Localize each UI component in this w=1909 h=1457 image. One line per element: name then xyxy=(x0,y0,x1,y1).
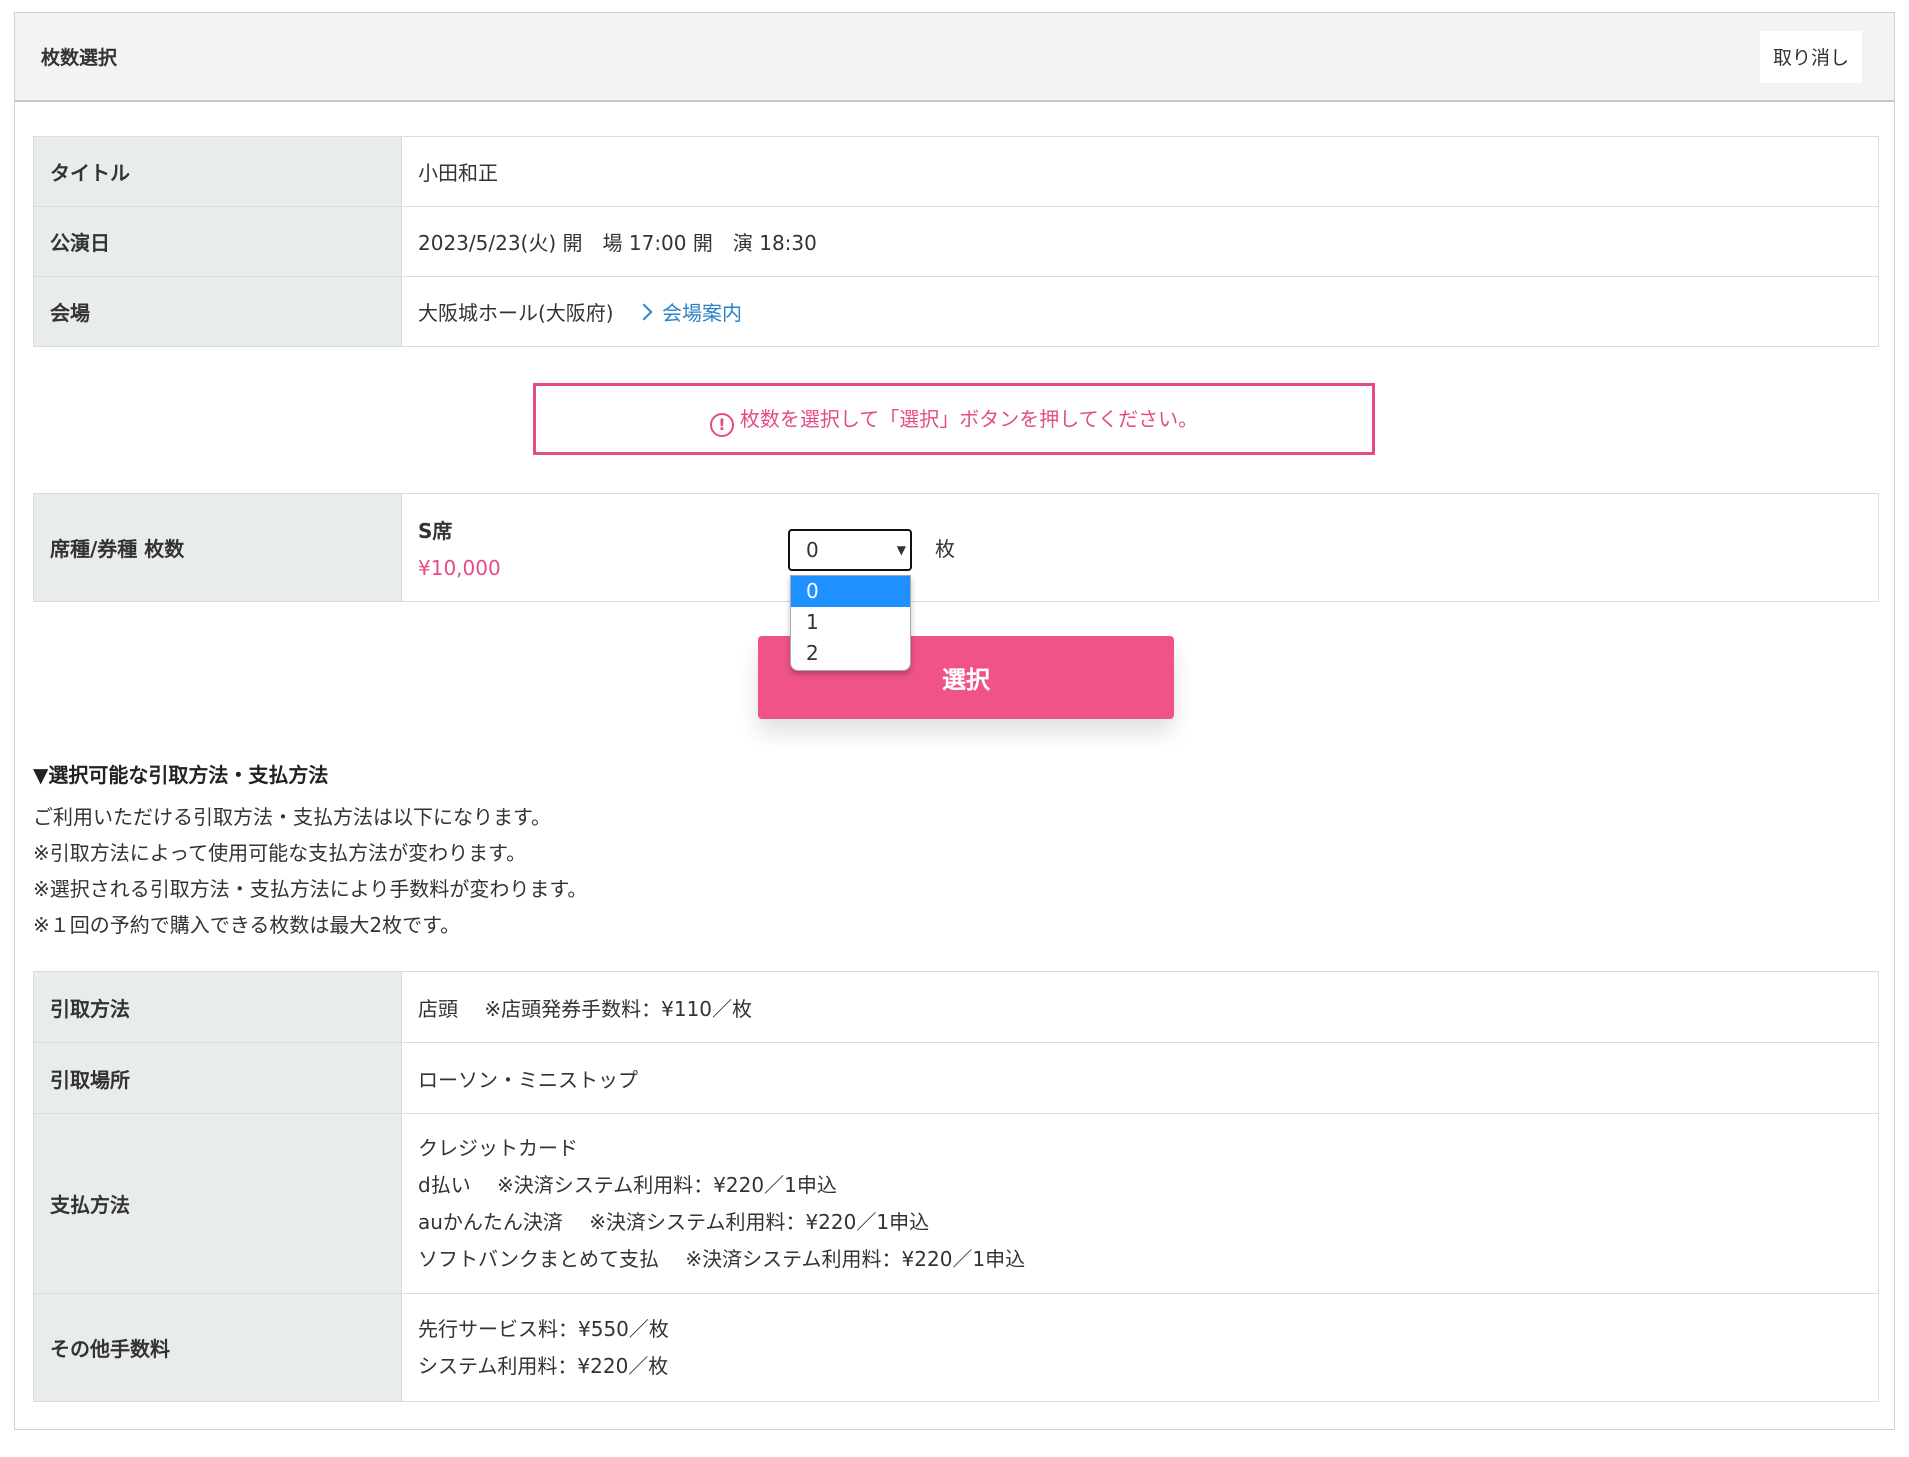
table-row: 引取場所 ローソン・ミニストップ xyxy=(33,1042,1879,1114)
other-fees-values: 先行サービス料：¥550／枚 システム利用料：¥220／枚 xyxy=(401,1293,1879,1402)
venue-guide-link[interactable]: 会場案内 xyxy=(635,301,742,325)
ticket-quantity-dialog: 枚数選択 取り消し タイトル 小田和正 公演日 2023/5/23(火) 開 場… xyxy=(14,12,1895,1430)
payment-values: クレジットカード d払い ※決済システム利用料：¥220／1申込 auかんたん決… xyxy=(401,1113,1879,1294)
payment-method: d払い ※決済システム利用料：¥220／1申込 xyxy=(418,1172,837,1197)
alert-circle-icon: ! xyxy=(709,413,734,437)
event-info-table: タイトル 小田和正 公演日 2023/5/23(火) 開 場 17:00 開 演… xyxy=(33,136,1879,347)
table-row: 引取方法 店頭 ※店頭発券手数料：¥110／枚 xyxy=(33,971,1879,1043)
dialog-title: 枚数選択 xyxy=(41,47,118,69)
fee-item: 先行サービス料：¥550／枚 xyxy=(418,1316,669,1341)
seat-cell: S席 ¥10,000 xyxy=(401,493,1879,602)
date-value: 2023/5/23(火) 開 場 17:00 開 演 18:30 xyxy=(401,206,1879,277)
table-row: タイトル 小田和正 xyxy=(33,136,1879,207)
table-row: 公演日 2023/5/23(火) 開 場 17:00 開 演 18:30 xyxy=(33,206,1879,277)
caret-down-icon: ▼ xyxy=(896,543,906,557)
methods-table: 引取方法 店頭 ※店頭発券手数料：¥110／枚 引取場所 ローソン・ミニストップ… xyxy=(33,971,1879,1402)
title-value: 小田和正 xyxy=(401,136,1879,207)
fee-item: システム利用料：¥220／枚 xyxy=(418,1353,669,1378)
date-label: 公演日 xyxy=(33,206,402,277)
quantity-option-2[interactable]: 2 xyxy=(791,638,910,669)
methods-notes: ご利用いただける引取方法・支払方法は以下になります。 ※引取方法によって使用可能… xyxy=(33,799,587,943)
pickup-method-value: 店頭 ※店頭発券手数料：¥110／枚 xyxy=(401,971,1879,1043)
venue-cell: 大阪城ホール(大阪府) 会場案内 xyxy=(401,276,1879,347)
seat-price: ¥10,000 xyxy=(418,556,501,580)
table-row: 席種/券種 枚数 S席 ¥10,000 xyxy=(33,493,1879,602)
ticket-selection-table: 席種/券種 枚数 S席 ¥10,000 xyxy=(33,493,1879,602)
pickup-place-label: 引取場所 xyxy=(33,1042,402,1114)
methods-heading: ▼選択可能な引取方法・支払方法 xyxy=(33,763,329,787)
venue-guide-link-label: 会場案内 xyxy=(661,301,742,325)
table-row: 支払方法 クレジットカード d払い ※決済システム利用料：¥220／1申込 au… xyxy=(33,1113,1879,1294)
notice-text: 枚数を選択して「選択」ボタンを押してください。 xyxy=(739,407,1199,431)
quantity-select[interactable]: 0 ▼ xyxy=(788,529,912,571)
payment-label: 支払方法 xyxy=(33,1113,402,1294)
pickup-place-value: ローソン・ミニストップ xyxy=(401,1042,1879,1114)
dialog-header: 枚数選択 取り消し xyxy=(15,13,1894,102)
methods-note: ※１回の予約で購入できる枚数は最大2枚です。 xyxy=(33,913,461,937)
methods-note: ご利用いただける引取方法・支払方法は以下になります。 xyxy=(33,805,551,829)
venue-value: 大阪城ホール(大阪府) xyxy=(418,301,614,325)
title-label: タイトル xyxy=(33,136,402,207)
pickup-method-label: 引取方法 xyxy=(33,971,402,1043)
methods-note: ※引取方法によって使用可能な支払方法が変わります。 xyxy=(33,841,527,865)
quantity-unit: 枚 xyxy=(935,537,955,561)
payment-method: auかんたん決済 ※決済システム利用料：¥220／1申込 xyxy=(418,1209,930,1234)
venue-label: 会場 xyxy=(33,276,402,347)
quantity-option-0[interactable]: 0 xyxy=(791,576,910,607)
payment-method: クレジットカード xyxy=(418,1135,578,1160)
payment-method: ソフトバンクまとめて支払 ※決済システム利用料：¥220／1申込 xyxy=(418,1246,1026,1271)
quantity-dropdown-list: 0 1 2 xyxy=(790,575,911,671)
notice-box: ! 枚数を選択して「選択」ボタンを押してください。 xyxy=(533,383,1375,455)
seat-type-label: 席種/券種 枚数 xyxy=(33,493,402,602)
chevron-right-icon xyxy=(635,303,653,321)
seat-name: S席 xyxy=(418,519,453,543)
quantity-option-1[interactable]: 1 xyxy=(791,607,910,638)
cancel-button[interactable]: 取り消し xyxy=(1760,31,1862,83)
other-fees-label: その他手数料 xyxy=(33,1293,402,1402)
table-row: 会場 大阪城ホール(大阪府) 会場案内 xyxy=(33,276,1879,347)
quantity-selected-value: 0 xyxy=(806,538,819,562)
table-row: その他手数料 先行サービス料：¥550／枚 システム利用料：¥220／枚 xyxy=(33,1293,1879,1402)
methods-note: ※選択される引取方法・支払方法により手数料が変わります。 xyxy=(33,877,588,901)
